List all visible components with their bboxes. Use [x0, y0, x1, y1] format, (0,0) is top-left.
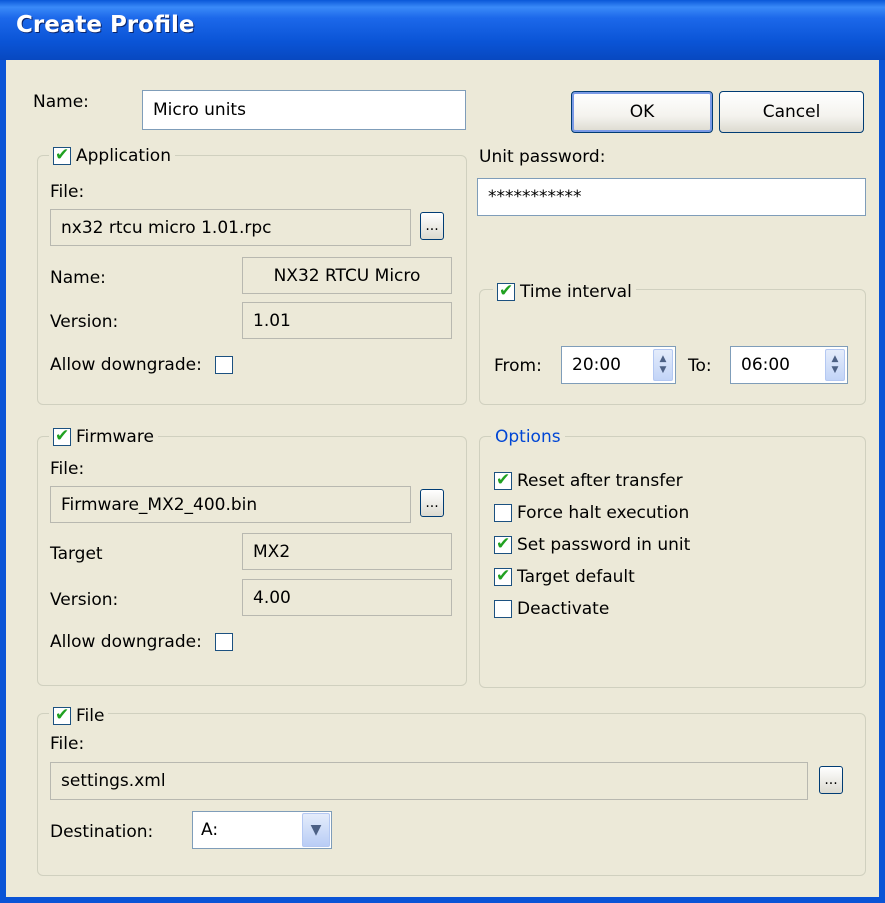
option-checkbox[interactable]: [494, 534, 512, 554]
spin-arrows-icon[interactable]: ▲ ▼: [653, 349, 673, 381]
time-interval-checkbox[interactable]: [497, 281, 515, 301]
firmware-allow-downgrade[interactable]: Allow downgrade:: [50, 631, 233, 653]
from-time-value: 20:00: [572, 355, 621, 375]
application-version-label: Version:: [50, 312, 119, 332]
from-label: From:: [494, 356, 542, 376]
time-interval-legend: Time interval: [493, 279, 636, 305]
firmware-downgrade-label: Allow downgrade:: [50, 632, 202, 652]
application-version-value: 1.01: [242, 302, 452, 339]
application-file-label: File:: [50, 182, 85, 202]
file-browse-button[interactable]: ...: [819, 766, 843, 794]
application-name-value: NX32 RTCU Micro: [242, 257, 452, 294]
application-browse-button[interactable]: ...: [420, 212, 444, 240]
application-name-label: Name:: [50, 268, 106, 288]
ok-button[interactable]: OK: [571, 91, 713, 133]
option-item[interactable]: Force halt execution: [494, 502, 689, 524]
file-title: File: [76, 706, 105, 726]
firmware-downgrade-checkbox[interactable]: [214, 633, 233, 651]
file-file-field[interactable]: settings.xml: [50, 762, 808, 800]
unit-password-input[interactable]: ***********: [477, 178, 866, 216]
option-label: Set password in unit: [517, 535, 691, 555]
chevron-down-icon[interactable]: ▼: [302, 813, 330, 847]
firmware-file-label: File:: [50, 459, 85, 479]
title-bar[interactable]: Create Profile: [0, 0, 885, 60]
application-title: Application: [76, 146, 171, 166]
option-item[interactable]: Target default: [494, 566, 635, 588]
file-legend: File: [49, 703, 109, 729]
to-time-value: 06:00: [741, 355, 790, 375]
option-checkbox[interactable]: [494, 600, 512, 618]
option-label: Target default: [517, 567, 635, 587]
firmware-target-label: Target: [50, 544, 103, 564]
firmware-file-field[interactable]: Firmware_MX2_400.bin: [50, 486, 411, 523]
option-item[interactable]: Deactivate: [494, 598, 609, 620]
application-allow-downgrade[interactable]: Allow downgrade:: [50, 354, 233, 376]
application-legend: Application: [49, 143, 175, 169]
profile-name-label: Name:: [33, 92, 89, 112]
application-downgrade-checkbox[interactable]: [214, 356, 233, 374]
option-checkbox[interactable]: [494, 504, 512, 522]
application-file-field[interactable]: nx32 rtcu micro 1.01.rpc: [50, 209, 411, 246]
option-item[interactable]: Set password in unit: [494, 534, 690, 556]
cancel-button[interactable]: Cancel: [719, 91, 864, 133]
destination-label: Destination:: [50, 822, 154, 842]
application-downgrade-label: Allow downgrade:: [50, 355, 202, 375]
spin-arrows-icon[interactable]: ▲ ▼: [825, 349, 845, 381]
option-label: Reset after transfer: [517, 471, 683, 491]
destination-value: A:: [201, 820, 219, 840]
firmware-browse-button[interactable]: ...: [420, 489, 444, 517]
firmware-target-value: MX2: [242, 533, 452, 570]
firmware-checkbox[interactable]: [53, 426, 71, 446]
option-item[interactable]: Reset after transfer: [494, 470, 683, 492]
window-frame-bottom: [0, 897, 885, 903]
firmware-legend: Firmware: [49, 424, 158, 450]
to-label: To:: [688, 356, 712, 376]
window-frame-right: [879, 60, 885, 903]
option-label: Deactivate: [517, 599, 610, 619]
firmware-version-label: Version:: [50, 590, 119, 610]
create-profile-dialog: Create Profile Name: Micro units OK Canc…: [0, 0, 885, 903]
to-time-spinner[interactable]: 06:00 ▲ ▼: [730, 346, 848, 384]
profile-name-input[interactable]: Micro units: [142, 90, 466, 130]
window-frame-left: [0, 60, 6, 903]
option-checkbox[interactable]: [494, 470, 512, 490]
option-checkbox[interactable]: [494, 566, 512, 586]
firmware-version-value: 4.00: [242, 579, 452, 616]
options-legend: Options: [491, 424, 565, 450]
from-time-spinner[interactable]: 20:00 ▲ ▼: [561, 346, 676, 384]
option-label: Force halt execution: [517, 503, 690, 523]
file-checkbox[interactable]: [53, 705, 71, 725]
firmware-title: Firmware: [76, 427, 154, 447]
file-file-label: File:: [50, 734, 85, 754]
time-interval-title: Time interval: [520, 282, 632, 302]
window-title: Create Profile: [16, 12, 195, 38]
application-checkbox[interactable]: [53, 145, 71, 165]
destination-select[interactable]: A: ▼: [192, 811, 332, 849]
unit-password-label: Unit password:: [479, 147, 606, 167]
options-title: Options: [495, 427, 561, 447]
